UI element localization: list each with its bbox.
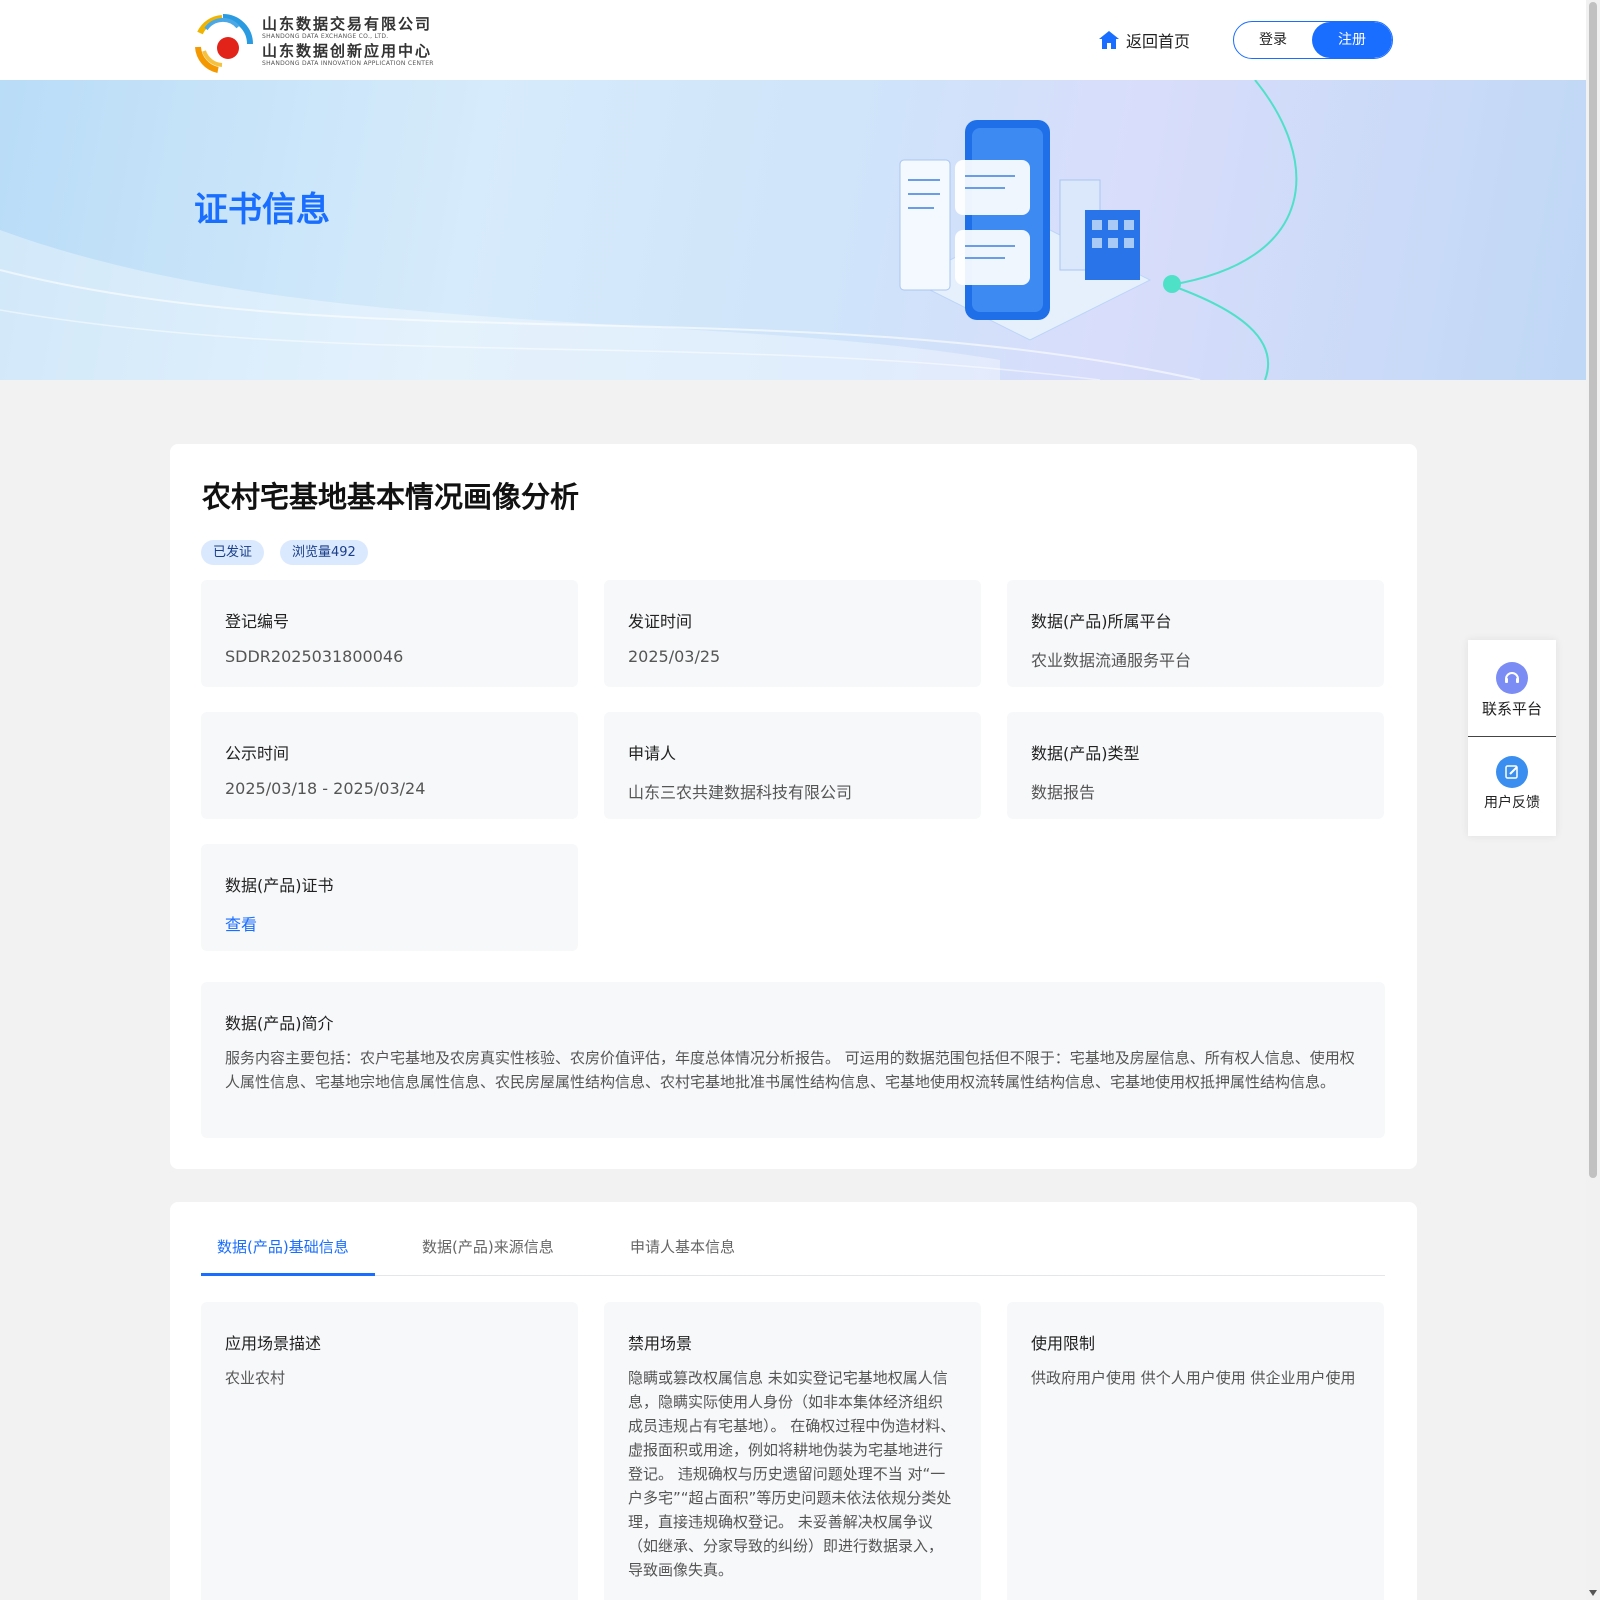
info-publicity-period: 公示时间 2025/03/18 - 2025/03/24 [201, 712, 578, 819]
info-certificate: 数据(产品)证书 查看 [201, 844, 578, 951]
top-header: 山东数据交易有限公司 SHANDONG DATA EXCHANGE CO., L… [0, 0, 1586, 80]
logo-center-en: SHANDONG DATA INNOVATION APPLICATION CEN… [262, 60, 434, 67]
field-label: 数据(产品)类型 [1031, 744, 1140, 763]
certificate-card: 农村宅基地基本情况画像分析 已发证 浏览量492 登记编号 SDDR202503… [170, 444, 1417, 1169]
detail-label: 使用限制 [1031, 1334, 1096, 1353]
register-button[interactable]: 注册 [1312, 22, 1392, 58]
info-platform: 数据(产品)所属平台 农业数据流通服务平台 [1007, 580, 1384, 687]
field-value: 农业数据流通服务平台 [1031, 651, 1192, 670]
detail-application-scenario: 应用场景描述 农业农村 [201, 1302, 578, 1600]
intro-text: 服务内容主要包括：农户宅基地及农房真实性核验、农房价值评估，年度总体情况分析报告… [225, 1049, 1355, 1091]
details-card: 数据(产品)基础信息 数据(产品)来源信息 申请人基本信息 应用场景描述 农业农… [170, 1202, 1417, 1600]
contact-platform-button[interactable]: 联系平台 [1468, 662, 1556, 719]
tab-applicant-info[interactable]: 申请人基本信息 [630, 1236, 735, 1257]
detail-value: 隐瞒或篡改权属信息 未如实登记宅基地权属人信息，隐瞒实际使用人身份（如非本集体经… [628, 1369, 956, 1579]
detail-prohibited-scenario: 禁用场景 隐瞒或篡改权属信息 未如实登记宅基地权属人信息，隐瞒实际使用人身份（如… [604, 1302, 981, 1600]
field-label: 公示时间 [225, 744, 290, 763]
scrollbar-thumb[interactable] [1589, 2, 1597, 1178]
tab-bar: 数据(产品)基础信息 数据(产品)来源信息 申请人基本信息 [201, 1202, 1385, 1276]
info-issue-date: 发证时间 2025/03/25 [604, 580, 981, 687]
user-feedback-label: 用户反馈 [1484, 795, 1540, 811]
field-value: 2025/03/18 - 2025/03/24 [225, 779, 426, 798]
company-logo[interactable]: 山东数据交易有限公司 SHANDONG DATA EXCHANGE CO., L… [192, 13, 452, 75]
tab-source-info[interactable]: 数据(产品)来源信息 [422, 1236, 554, 1257]
field-label: 申请人 [628, 744, 677, 763]
logo-company-cn: 山东数据交易有限公司 [262, 15, 433, 33]
floating-side-panel: 联系平台 用户反馈 [1468, 640, 1556, 836]
info-product-type: 数据(产品)类型 数据报告 [1007, 712, 1384, 819]
headset-icon [1496, 662, 1528, 694]
active-tab-indicator [201, 1273, 375, 1276]
side-divider [1468, 736, 1556, 737]
field-label: 登记编号 [225, 612, 290, 631]
logo-center-cn: 山东数据创新应用中心 [262, 42, 433, 60]
detail-label: 禁用场景 [628, 1334, 693, 1353]
banner-illustration [899, 120, 1152, 341]
banner-title: 证书信息 [194, 190, 330, 230]
info-applicant: 申请人 山东三农共建数据科技有限公司 [604, 712, 981, 819]
logo-mark-icon [192, 13, 254, 75]
field-label: 发证时间 [628, 612, 693, 631]
field-value: 2025/03/25 [628, 647, 721, 666]
page-scrollbar[interactable] [1586, 0, 1600, 1600]
status-badge: 已发证 [201, 540, 265, 565]
product-intro: 数据(产品)简介 服务内容主要包括：农户宅基地及农房真实性核验、农房价值评估，年… [201, 982, 1385, 1138]
view-count-badge: 浏览量492 [280, 540, 368, 565]
home-link-label: 返回首页 [1126, 32, 1191, 51]
field-value: 数据报告 [1031, 783, 1096, 802]
home-link[interactable]: 返回首页 [1098, 26, 1190, 54]
auth-buttons: 登录 注册 [1233, 21, 1393, 59]
user-feedback-button[interactable]: 用户反馈 [1468, 756, 1556, 812]
edit-icon [1496, 756, 1528, 788]
home-icon [1099, 31, 1119, 49]
info-registration-number: 登记编号 SDDR2025031800046 [201, 580, 578, 687]
tab-basic-info[interactable]: 数据(产品)基础信息 [217, 1236, 349, 1257]
field-value: 山东三农共建数据科技有限公司 [628, 783, 853, 802]
field-label: 数据(产品)所属平台 [1031, 612, 1172, 631]
view-certificate-link[interactable]: 查看 [225, 911, 554, 935]
scroll-down-arrow-icon[interactable] [1589, 1590, 1597, 1596]
detail-usage-limit: 使用限制 供政府用户使用 供个人用户使用 供企业用户使用 [1007, 1302, 1384, 1600]
intro-label: 数据(产品)简介 [225, 1014, 334, 1033]
login-button[interactable]: 登录 [1234, 22, 1312, 58]
field-value: SDDR2025031800046 [225, 647, 404, 666]
field-label: 数据(产品)证书 [225, 876, 334, 895]
contact-platform-label: 联系平台 [1481, 700, 1542, 718]
detail-label: 应用场景描述 [225, 1334, 322, 1353]
detail-value: 供政府用户使用 供个人用户使用 供企业用户使用 [1031, 1369, 1356, 1387]
page-banner: 证书信息 [0, 80, 1586, 380]
product-title: 农村宅基地基本情况画像分析 [202, 480, 580, 514]
detail-value: 农业农村 [225, 1369, 286, 1387]
logo-company-en: SHANDONG DATA EXCHANGE CO., LTD. [262, 33, 389, 40]
